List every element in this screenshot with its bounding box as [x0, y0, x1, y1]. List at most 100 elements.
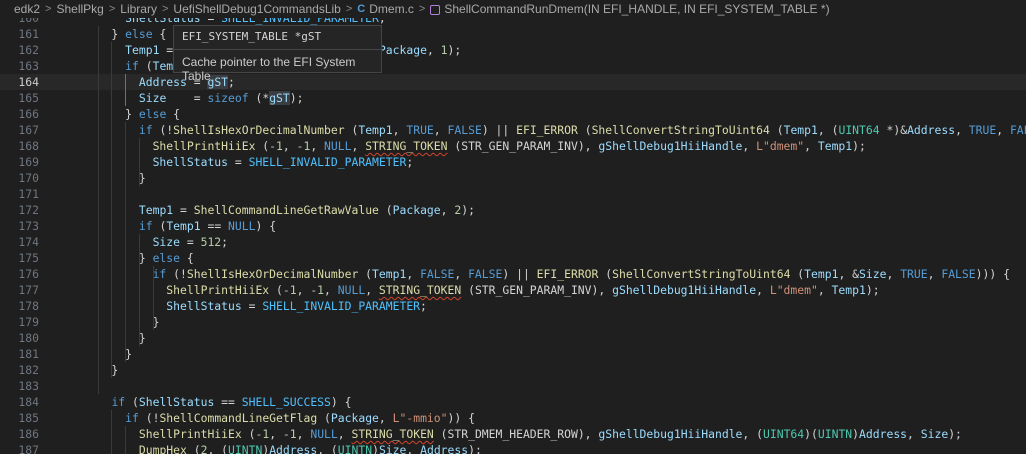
code-line[interactable]: 168 ShellPrintHiiEx (-1, -1, NULL, STRIN… [0, 138, 1026, 154]
chevron-right-icon: > [418, 3, 426, 15]
line-number: 166 [18, 107, 39, 121]
code-line[interactable]: 165 Size = sizeof (*gST); [0, 90, 1026, 106]
code-text: Temp1 = ShellCommandLineGetRawValue (Pac… [138, 203, 475, 217]
code-line[interactable]: 185 if (!ShellCommandLineGetFlag (Packag… [0, 410, 1026, 426]
line-number: 181 [18, 347, 39, 361]
code-text: ShellPrintHiiEx (-1, -1, NULL, STRING_TO… [152, 139, 866, 153]
line-number: 185 [18, 411, 39, 425]
tooltip-divider [174, 49, 381, 50]
code-line[interactable]: 179 } [0, 314, 1026, 330]
line-number: 165 [18, 91, 39, 105]
line-number: 174 [18, 235, 39, 249]
indent-guide [138, 234, 140, 346]
line-number: 178 [18, 299, 39, 313]
indent-guide [125, 74, 127, 106]
code-line[interactable]: 169 ShellStatus = SHELL_INVALID_PARAMETE… [0, 154, 1026, 170]
code-text: Size = 512; [152, 235, 229, 249]
code-text: ShellPrintHiiEx (-1, -1, NULL, STRING_TO… [138, 427, 962, 441]
code-line[interactable]: 164 Address = gST; [0, 74, 1026, 90]
line-number: 182 [18, 363, 39, 377]
breadcrumb-item-library[interactable]: Library [120, 2, 157, 16]
code-line[interactable]: 171 [0, 186, 1026, 202]
breadcrumb-item-lib-folder[interactable]: UefiShellDebug1CommandsLib [173, 2, 340, 16]
hover-tooltip: EFI_SYSTEM_TABLE *gST Cache pointer to t… [173, 25, 382, 83]
code-line[interactable]: 162 Temp1 = ShellCommandLineGetRawValue … [0, 42, 1026, 58]
chevron-right-icon: > [161, 3, 169, 15]
code-text: if (!ShellIsHexOrDecimalNumber (Temp1, T… [138, 123, 1026, 137]
line-number: 171 [18, 187, 39, 201]
line-number: 184 [18, 395, 39, 409]
code-text: } else { [84, 27, 167, 41]
code-text: if (Temp1 == NULL) { [138, 219, 277, 233]
code-line[interactable]: 161 } else { [0, 26, 1026, 42]
indent-guide [111, 410, 113, 454]
line-number: 167 [18, 123, 39, 137]
line-number: 187 [18, 443, 39, 454]
code-line[interactable]: 174 Size = 512; [0, 234, 1026, 250]
c-file-icon: C [357, 3, 366, 15]
line-number: 169 [18, 155, 39, 169]
code-text: if (!ShellIsHexOrDecimalNumber (Temp1, F… [152, 267, 1010, 281]
code-line[interactable]: 167 if (!ShellIsHexOrDecimalNumber (Temp… [0, 122, 1026, 138]
code-line[interactable]: 176 if (!ShellIsHexOrDecimalNumber (Temp… [0, 266, 1026, 282]
line-number: 175 [18, 251, 39, 265]
code-line[interactable]: 166 } else { [0, 106, 1026, 122]
breadcrumb-item-edk2[interactable]: edk2 [14, 2, 40, 16]
code-text: DumpHex (2, (UINTN)Address, (UINTN)Size,… [138, 443, 482, 454]
line-number: 173 [18, 219, 39, 233]
chevron-right-icon: > [45, 3, 52, 15]
breadcrumb-item-function[interactable]: ShellCommandRunDmem(IN EFI_HANDLE, IN EF… [444, 2, 829, 16]
line-number: 170 [18, 171, 39, 185]
indent-guide [138, 138, 140, 186]
code-text: if (!ShellCommandLineGetFlag (Package, L… [125, 411, 475, 425]
code-text: ShellStatus = SHELL_INVALID_PARAMETER; [166, 299, 427, 313]
code-line[interactable]: 187 DumpHex (2, (UINTN)Address, (UINTN)S… [0, 442, 1026, 454]
line-number: 161 [18, 27, 39, 41]
code-text: } [84, 331, 146, 345]
code-line[interactable]: 180 } [0, 330, 1026, 346]
line-number: 162 [18, 43, 39, 57]
code-text: } [84, 315, 160, 329]
chevron-right-icon: > [108, 3, 116, 15]
breadcrumb: edk2 > ShellPkg > Library > UefiShellDeb… [0, 0, 1026, 18]
code-text: } [84, 363, 119, 377]
code-text: } [84, 171, 146, 185]
line-number: 168 [18, 139, 39, 153]
breadcrumb-item-shellpkg[interactable]: ShellPkg [56, 2, 103, 16]
code-text: Size = sizeof (*gST); [138, 91, 304, 105]
indent-guide [125, 426, 127, 454]
code-line[interactable]: 186 ShellPrintHiiEx (-1, -1, NULL, STRIN… [0, 426, 1026, 442]
function-symbol-icon [430, 5, 441, 15]
line-number: 177 [18, 283, 39, 297]
line-number: 172 [18, 203, 39, 217]
indent-guide [111, 42, 113, 378]
code-text: ShellPrintHiiEx (-1, -1, NULL, STRING_TO… [166, 283, 880, 297]
code-line[interactable]: 163 if (Temp1 == NULL) { [0, 58, 1026, 74]
code-line[interactable]: 177 ShellPrintHiiEx (-1, -1, NULL, STRIN… [0, 282, 1026, 298]
line-number: 163 [18, 59, 39, 73]
code-editor[interactable]: 160 ShellStatus = SHELL_INVALID_PARAMETE… [0, 0, 1026, 454]
code-line[interactable]: 172 Temp1 = ShellCommandLineGetRawValue … [0, 202, 1026, 218]
breadcrumb-item-file[interactable]: Dmem.c [369, 2, 414, 16]
chevron-right-icon: > [345, 3, 353, 15]
line-number: 183 [18, 379, 39, 393]
line-number: 164 [18, 75, 39, 89]
line-number: 180 [18, 331, 39, 345]
indent-guide [152, 266, 154, 330]
code-line[interactable]: 175 } else { [0, 250, 1026, 266]
code-line[interactable]: 182 } [0, 362, 1026, 378]
code-text: if (ShellStatus == SHELL_SUCCESS) { [111, 395, 352, 409]
line-number: 176 [18, 267, 39, 281]
indent-guide [97, 26, 99, 394]
code-line[interactable]: 183 [0, 378, 1026, 394]
code-line[interactable]: 173 if (Temp1 == NULL) { [0, 218, 1026, 234]
line-number: 186 [18, 427, 39, 441]
line-number: 179 [18, 315, 39, 329]
code-line[interactable]: 178 ShellStatus = SHELL_INVALID_PARAMETE… [0, 298, 1026, 314]
code-line[interactable]: 170 } [0, 170, 1026, 186]
tooltip-signature: EFI_SYSTEM_TABLE *gST [182, 30, 322, 43]
tooltip-description: Cache pointer to the EFI System Table [182, 55, 356, 83]
code-text: ShellStatus = SHELL_INVALID_PARAMETER; [152, 155, 414, 169]
code-line[interactable]: 181 } [0, 346, 1026, 362]
code-line[interactable]: 184 if (ShellStatus == SHELL_SUCCESS) { [0, 394, 1026, 410]
